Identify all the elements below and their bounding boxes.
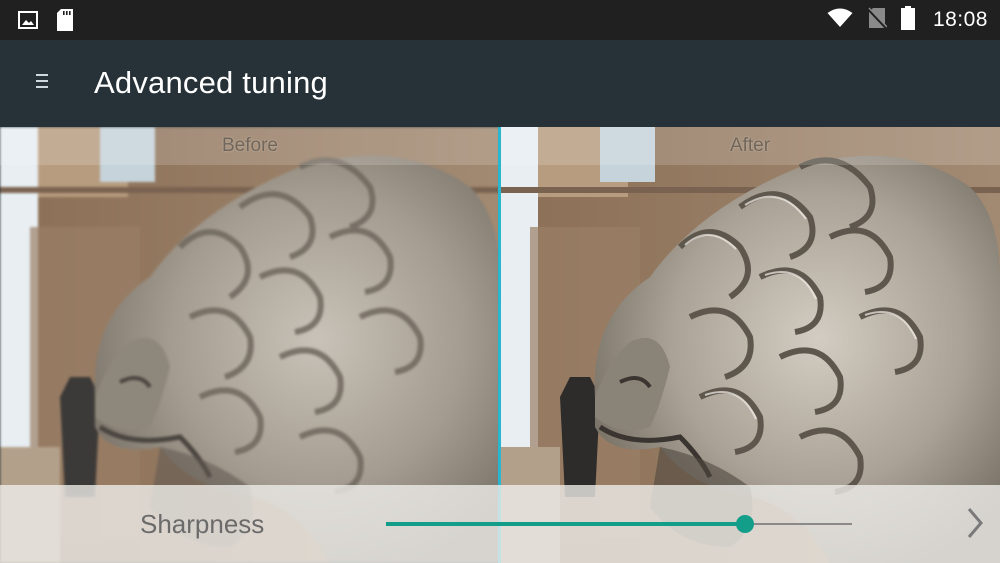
- app-bar: Advanced tuning: [0, 40, 1000, 127]
- battery-icon: [900, 5, 915, 35]
- sd-card-icon: [56, 8, 74, 37]
- status-bar: 18:08: [0, 0, 1000, 40]
- menu-button[interactable]: [26, 66, 58, 100]
- no-sim-icon: [867, 6, 888, 34]
- before-label: Before: [222, 135, 278, 156]
- status-clock: 18:08: [932, 8, 988, 31]
- page-title: Advanced tuning: [94, 65, 328, 100]
- next-parameter-button[interactable]: [958, 505, 992, 545]
- after-label: After: [729, 135, 771, 156]
- menu-icon: [36, 73, 48, 94]
- chevron-right-icon: [966, 507, 984, 544]
- wifi-icon: [827, 8, 853, 33]
- image-notification-icon: [18, 10, 38, 35]
- slider-fill: [386, 522, 745, 526]
- status-right-icons: 18:08: [827, 0, 988, 40]
- parameter-label: Sharpness: [140, 509, 265, 539]
- app-screen: 18:08 Advanced tuning Before After Sharp…: [0, 0, 1000, 563]
- sharpness-slider[interactable]: [386, 511, 852, 537]
- slider-thumb[interactable]: [735, 515, 754, 533]
- status-left-icons: [18, 8, 74, 37]
- tuning-control-panel: Sharpness: [0, 485, 1000, 563]
